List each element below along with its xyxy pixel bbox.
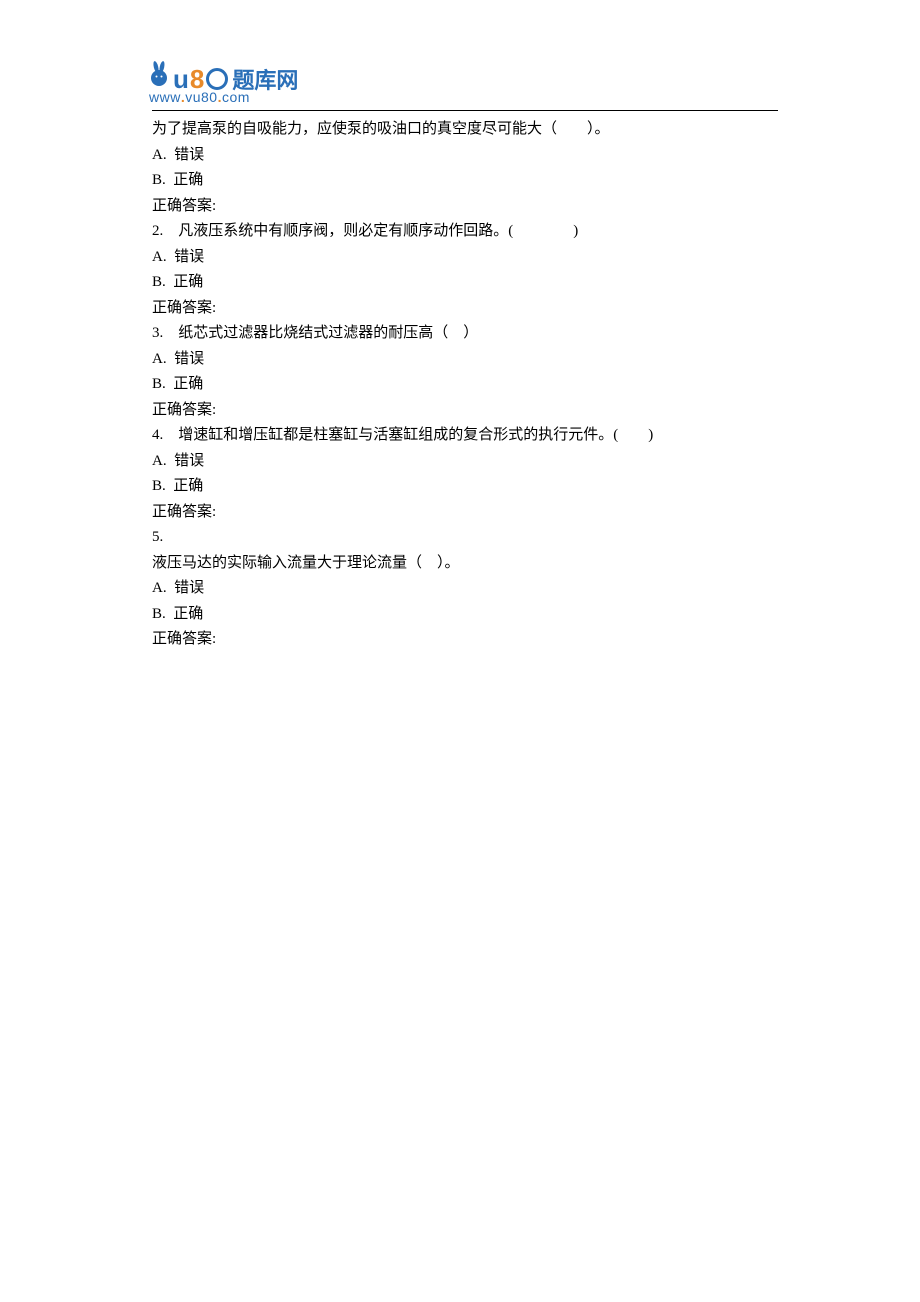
site-logo: u 8 题库网 www.vu80.com <box>152 60 778 108</box>
q4-option-a: A. 错误 <box>152 449 778 475</box>
q5-option-a: A. 错误 <box>152 576 778 602</box>
q2-option-a: A. 错误 <box>152 245 778 271</box>
document-page: u 8 题库网 www.vu80.com 为了提高泵的自吸能力，应使泵的吸油口的… <box>0 0 920 653</box>
bunny-icon <box>148 60 172 88</box>
q2-answer-label: 正确答案: <box>152 296 778 322</box>
q4-text: 4. 增速缸和增压缸都是柱塞缸与活塞缸组成的复合形式的执行元件。( ) <box>152 423 778 449</box>
q5-answer-label: 正确答案: <box>152 627 778 653</box>
document-content: 为了提高泵的自吸能力，应使泵的吸油口的真空度尽可能大（ ）。 A. 错误 B. … <box>152 117 778 653</box>
q3-answer-label: 正确答案: <box>152 398 778 424</box>
q3-option-b: B. 正确 <box>152 372 778 398</box>
q4-option-b: B. 正确 <box>152 474 778 500</box>
q2-text: 2. 凡液压系统中有顺序阀，则必定有顺序动作回路。( ) <box>152 219 778 245</box>
q5-text: 液压马达的实际输入流量大于理论流量（ ）。 <box>152 551 778 577</box>
q1-answer-label: 正确答案: <box>152 194 778 220</box>
q5-number: 5. <box>152 525 778 551</box>
q5-option-b: B. 正确 <box>152 602 778 628</box>
header-divider <box>152 110 778 111</box>
q1-option-b: B. 正确 <box>152 168 778 194</box>
q1-option-a: A. 错误 <box>152 143 778 169</box>
q2-option-b: B. 正确 <box>152 270 778 296</box>
q3-text: 3. 纸芯式过滤器比烧结式过滤器的耐压高（ ） <box>152 321 778 347</box>
q3-option-a: A. 错误 <box>152 347 778 373</box>
q1-text: 为了提高泵的自吸能力，应使泵的吸油口的真空度尽可能大（ ）。 <box>152 117 778 143</box>
logo-0 <box>206 68 228 90</box>
q4-answer-label: 正确答案: <box>152 500 778 526</box>
